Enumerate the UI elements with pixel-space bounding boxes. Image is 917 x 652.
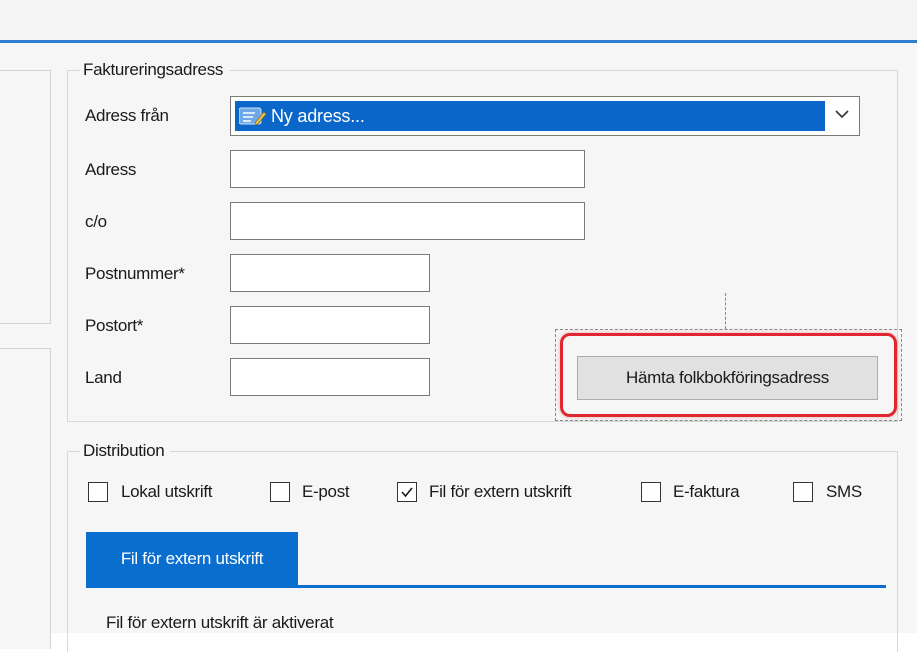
e-post-label: E-post [302, 482, 350, 501]
e-faktura-checkbox[interactable] [641, 482, 661, 502]
postnummer-field[interactable] [230, 254, 430, 292]
hamta-folkbokforingsadress-button[interactable]: Hämta folkbokföringsadress [577, 356, 878, 400]
adress-field[interactable] [230, 150, 585, 188]
land-label: Land [85, 368, 122, 387]
left-panel-upper [0, 70, 51, 324]
land-field[interactable] [230, 358, 430, 396]
sms-label: SMS [826, 482, 862, 501]
tab-fil-for-extern-utskrift[interactable]: Fil för extern utskrift [86, 532, 298, 586]
focus-guide-line [725, 293, 726, 329]
adress-fran-label: Adress från [85, 106, 169, 125]
window-top-area [0, 0, 917, 40]
e-post-checkbox[interactable] [270, 482, 290, 502]
sms-checkbox[interactable] [793, 482, 813, 502]
postort-label: Postort* [85, 316, 144, 335]
co-label: c/o [85, 212, 107, 231]
postnummer-label: Postnummer* [85, 264, 185, 283]
lokal-utskrift-label: Lokal utskrift [121, 482, 213, 501]
e-faktura-label: E-faktura [673, 482, 740, 501]
adress-fran-combobox[interactable]: Ny adress... [230, 96, 860, 136]
adress-label: Adress [85, 160, 137, 179]
adress-fran-selected: Ny adress... [235, 101, 825, 131]
adress-fran-value: Ny adress... [271, 106, 365, 126]
checkmark-icon [401, 487, 413, 498]
postort-field[interactable] [230, 306, 430, 344]
chevron-down-icon[interactable] [834, 108, 850, 120]
lokal-utskrift-checkbox[interactable] [88, 482, 108, 502]
fil-for-extern-utskrift-checkbox[interactable] [397, 482, 417, 502]
faktureringsadress-title: Faktureringsadress [80, 60, 230, 80]
co-field[interactable] [230, 202, 585, 240]
status-text: Fil för extern utskrift är aktiverat [106, 613, 334, 632]
distribution-title: Distribution [80, 441, 171, 461]
tab-underline [86, 585, 886, 588]
fil-for-extern-utskrift-label: Fil för extern utskrift [429, 482, 572, 501]
left-panel-lower [0, 348, 51, 649]
edit-note-icon [239, 107, 267, 125]
